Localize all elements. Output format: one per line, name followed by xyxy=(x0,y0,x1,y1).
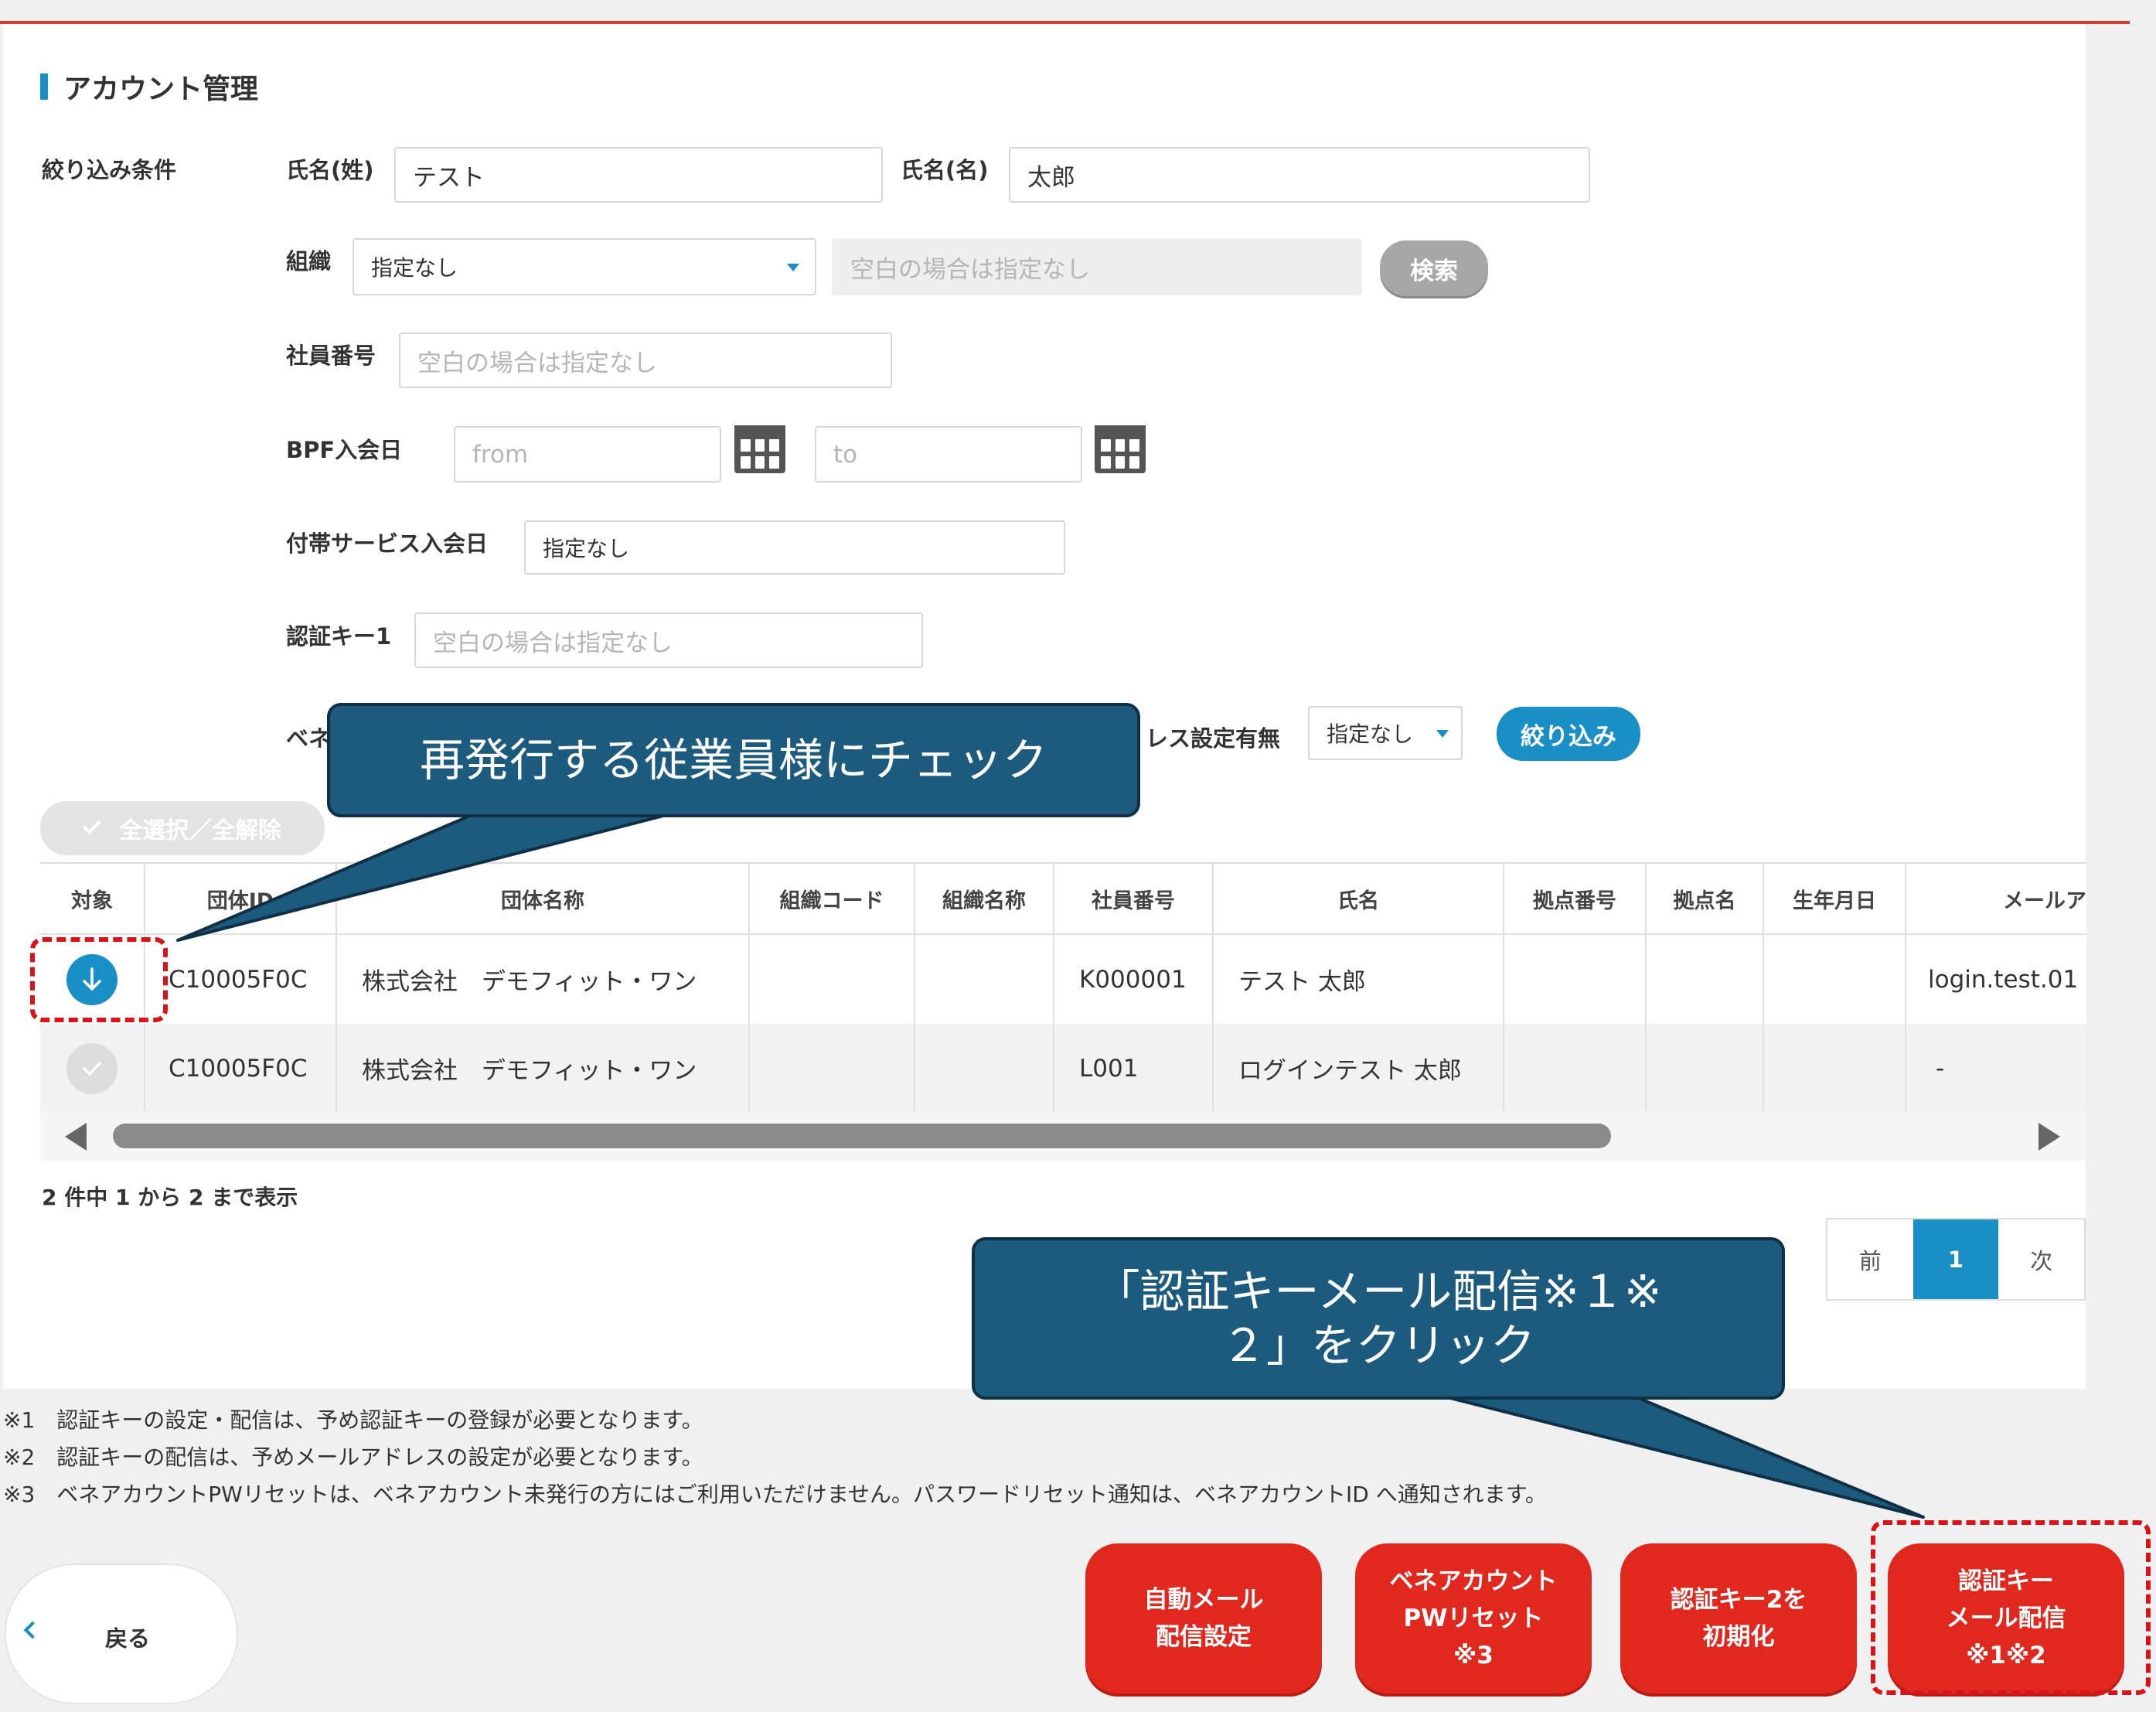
callout-line: 「認証キーメール配信※１※ xyxy=(1095,1265,1662,1318)
callout-line: ２」をクリック xyxy=(1221,1319,1535,1372)
callout-pointers xyxy=(176,812,1925,1519)
callout-click-send: 「認証キーメール配信※１※ ２」をクリック xyxy=(972,1237,1785,1400)
callout-check-employee: 再発行する従業員様にチェック xyxy=(327,703,1140,817)
